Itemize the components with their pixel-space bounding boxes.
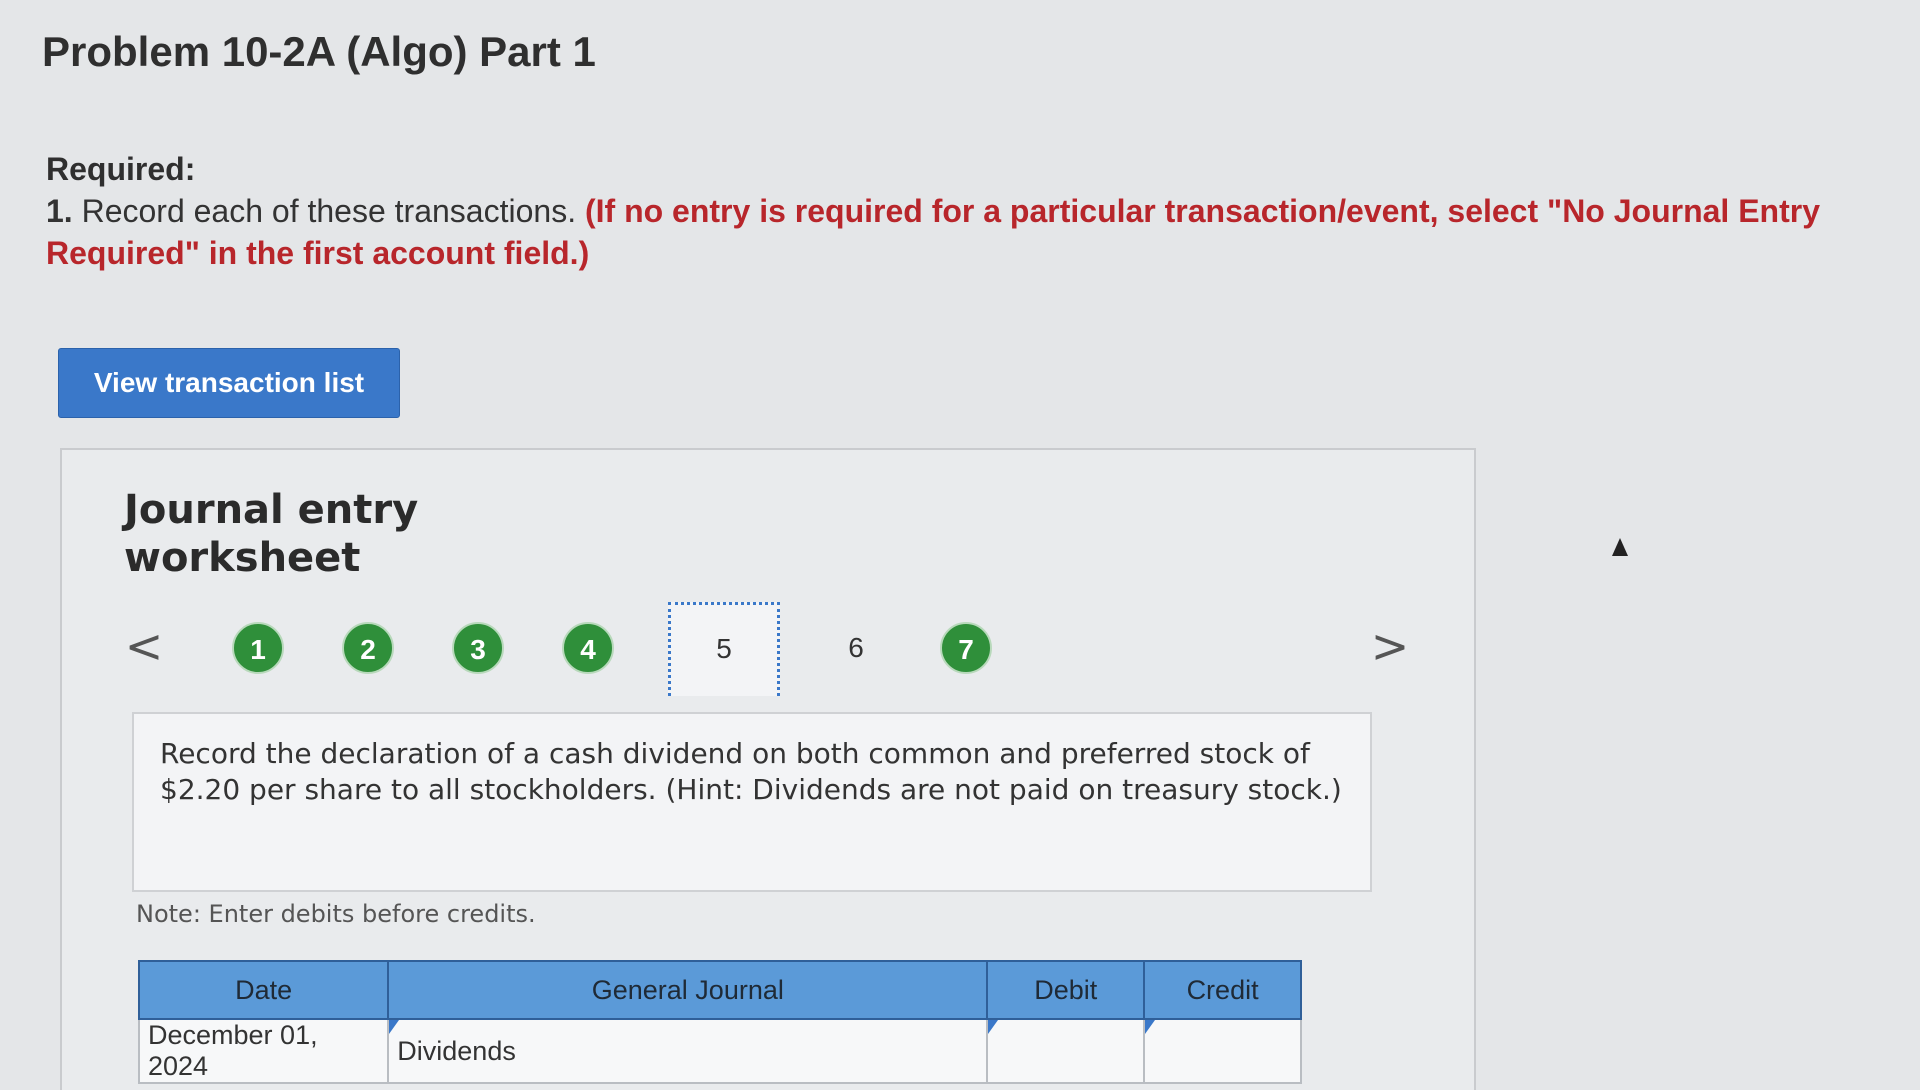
required-section: Required: 1. Record each of these transa… (46, 148, 1886, 274)
note-text: Note: Enter debits before credits. (136, 900, 536, 928)
step-2[interactable]: 2 (342, 622, 394, 674)
step-6[interactable]: 6 (830, 622, 882, 674)
view-transaction-list-button[interactable]: View transaction list (58, 348, 400, 418)
step-3[interactable]: 3 (452, 622, 504, 674)
table-row: December 01, 2024 Dividends (137, 1018, 1302, 1084)
step-navigation: < 1 2 3 4 5 6 7 > (62, 602, 1474, 710)
step-7[interactable]: 7 (940, 622, 992, 674)
required-heading: Required: (46, 151, 196, 187)
table-header-row: Date General Journal Debit Credit (137, 960, 1302, 1020)
next-arrow-icon[interactable]: > (1370, 616, 1410, 676)
journal-table: Date General Journal Debit Credit Decemb… (137, 960, 1302, 1084)
instruction-body: Record each of these transactions. (72, 193, 585, 229)
transaction-prompt: Record the declaration of a cash dividen… (132, 712, 1372, 892)
date-cell[interactable]: December 01, 2024 (137, 1018, 390, 1084)
page-title: Problem 10-2A (Algo) Part 1 (42, 28, 596, 75)
instruction-text: 1. Record each of these transactions. (I… (46, 190, 1886, 274)
mouse-cursor-icon (1612, 538, 1628, 556)
worksheet-title: Journal entry worksheet (124, 487, 419, 581)
instruction-number: 1. (46, 193, 73, 229)
column-header-debit: Debit (986, 960, 1146, 1020)
column-header-general-journal: General Journal (387, 960, 989, 1020)
step-1[interactable]: 1 (232, 622, 284, 674)
account-cell[interactable]: Dividends (387, 1018, 989, 1084)
column-header-date: Date (137, 960, 390, 1020)
debit-input[interactable] (986, 1018, 1146, 1084)
previous-arrow-icon[interactable]: < (124, 616, 164, 676)
step-4[interactable]: 4 (562, 622, 614, 674)
credit-input[interactable] (1143, 1018, 1302, 1084)
journal-entry-worksheet: Journal entry worksheet < 1 2 3 4 5 6 7 … (60, 448, 1476, 1090)
step-5-active[interactable]: 5 (668, 602, 780, 696)
column-header-credit: Credit (1143, 960, 1302, 1020)
